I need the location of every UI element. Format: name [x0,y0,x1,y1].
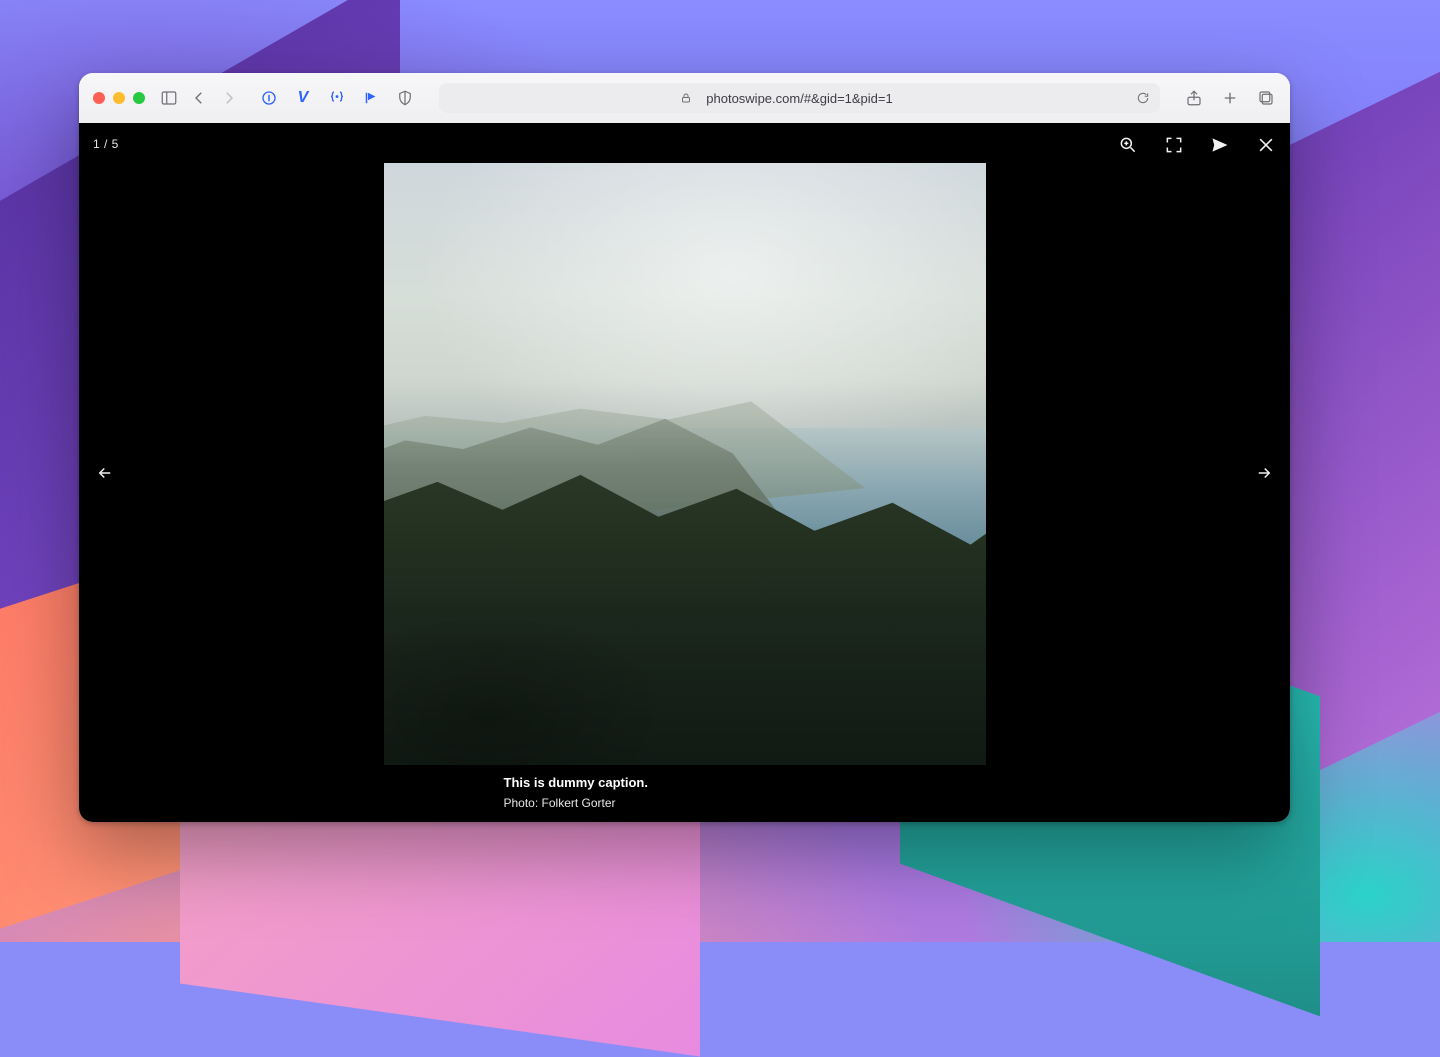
lock-icon [680,92,692,104]
close-button[interactable] [1252,131,1280,159]
address-bar-text: photoswipe.com/#&gid=1&pid=1 [706,91,892,106]
tabs-overview-icon[interactable] [1256,88,1276,108]
extension-braces-icon[interactable] [327,88,347,108]
window-controls [93,92,145,104]
share-button[interactable] [1206,131,1234,159]
photo-viewer: 1 / 5 [79,123,1290,822]
next-image-button[interactable] [1244,453,1284,493]
browser-toolbar: V photoswipe.com/#&gid=1&pid=1 [79,73,1290,124]
reload-icon[interactable] [1136,91,1150,105]
extension-play-flag-icon[interactable] [361,88,381,108]
address-bar[interactable]: photoswipe.com/#&gid=1&pid=1 [439,83,1160,113]
caption-credit: Photo: Folkert Gorter [504,796,986,810]
nav-back-icon[interactable] [189,88,209,108]
nav-forward-icon[interactable] [219,88,239,108]
image-counter: 1 / 5 [93,137,119,151]
zoom-button[interactable] [1114,131,1142,159]
share-icon[interactable] [1184,88,1204,108]
extension-1password-icon[interactable] [259,88,279,108]
privacy-shield-icon[interactable] [395,88,415,108]
photo-container[interactable] [384,163,986,765]
window-zoom-button[interactable] [133,92,145,104]
viewer-toolbar [1114,131,1280,159]
extension-v-icon[interactable]: V [293,88,313,108]
prev-image-button[interactable] [85,453,125,493]
photo-caption: This is dummy caption. Photo: Folkert Go… [384,775,986,810]
new-tab-icon[interactable] [1220,88,1240,108]
photo-image [384,163,986,765]
fullscreen-button[interactable] [1160,131,1188,159]
browser-window: V photoswipe.com/#&gid=1&pid=1 [79,73,1290,822]
caption-title: This is dummy caption. [504,775,986,790]
sidebar-toggle-icon[interactable] [159,88,179,108]
window-minimize-button[interactable] [113,92,125,104]
window-close-button[interactable] [93,92,105,104]
